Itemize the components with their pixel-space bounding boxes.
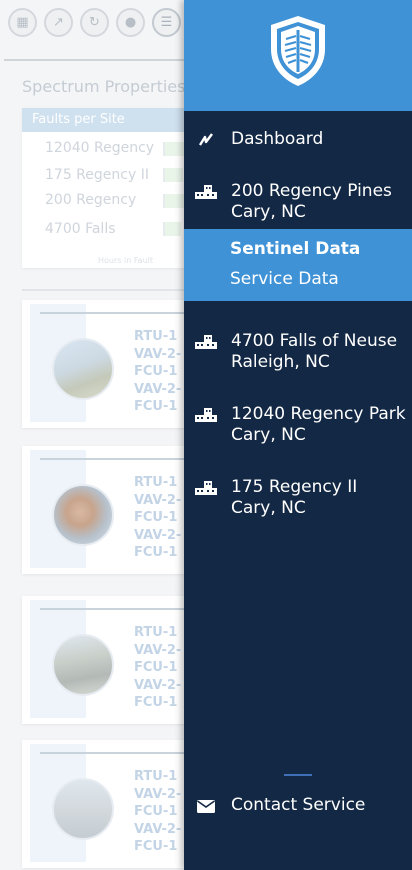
building-icon — [195, 407, 217, 423]
unit-label: RTU-1 — [134, 329, 178, 344]
shield-logo-icon — [267, 13, 329, 89]
unit-label: RTU-1 — [134, 769, 178, 784]
unit-list: RTU-1 VAV-2- FCU-1 VAV-2- FCU-1 — [134, 624, 181, 712]
grid-icon: ▦ — [16, 15, 29, 30]
unit-label: VAV-2- — [134, 346, 182, 362]
nav-item-label: 12040 Regency Park — [231, 404, 406, 424]
site-card[interactable]: RTU-1 VAV-2- FCU-1 VAV-2- FCU-1 — [22, 446, 190, 574]
top-divider — [4, 59, 188, 61]
drawer-header — [184, 0, 412, 111]
unit-label: FCU-1 — [134, 364, 178, 379]
building-icon — [195, 184, 217, 200]
trend-icon: ↗ — [53, 15, 64, 30]
unit-label: VAV-2- — [134, 786, 182, 802]
nav-item-label: 175 Regency II — [231, 477, 358, 497]
grid-button[interactable]: ▦ — [8, 8, 37, 37]
user-icon: ● — [124, 15, 137, 30]
unit-label: RTU-1 — [134, 475, 178, 490]
unit-list: RTU-1 VAV-2- FCU-1 VAV-2- FCU-1 — [134, 474, 181, 562]
unit-label: FCU-1 — [134, 399, 178, 414]
unit-label: RTU-1 — [134, 625, 178, 640]
nav-item-label: 4700 Falls of Neuse — [231, 331, 398, 351]
side-drawer: Dashboard 200 Regency Pines Cary, NC Sen… — [184, 0, 412, 870]
site-photo — [52, 484, 114, 546]
unit-list: RTU-1 VAV-2- FCU-1 VAV-2- FCU-1 — [134, 328, 181, 416]
unit-label: FCU-1 — [134, 510, 178, 525]
nav-item-sublabel: Cary, NC — [231, 202, 306, 222]
nav-active-title[interactable]: Sentinel Data — [230, 239, 360, 259]
nav-item-sublabel: Cary, NC — [231, 498, 306, 518]
nav-item-sublabel: Cary, NC — [231, 425, 306, 445]
unit-label: VAV-2- — [134, 677, 182, 693]
nav-item-sublabel: Raleigh, NC — [231, 352, 330, 372]
nav-item-4700-falls-of-neuse[interactable]: 4700 Falls of Neuse Raleigh, NC — [184, 331, 412, 373]
nav-item-200-regency-pines[interactable]: 200 Regency Pines Cary, NC — [184, 181, 412, 223]
nav-item-label: Dashboard — [231, 129, 324, 149]
unit-label: VAV-2- — [134, 381, 182, 397]
unit-label: FCU-1 — [134, 545, 178, 560]
unit-label: VAV-2- — [134, 527, 182, 543]
fault-bar — [163, 222, 181, 236]
unit-list: RTU-1 VAV-2- FCU-1 VAV-2- FCU-1 — [134, 768, 181, 856]
building-icon — [195, 334, 217, 350]
envelope-icon — [195, 798, 217, 814]
site-photo — [52, 338, 114, 400]
refresh-button[interactable]: ↻ — [80, 8, 109, 37]
site-photo — [52, 634, 114, 696]
unit-label: FCU-1 — [134, 804, 178, 819]
site-photo — [52, 778, 114, 840]
contact-service-label: Contact Service — [231, 795, 366, 815]
fault-site-label: 175 Regency II — [45, 167, 149, 183]
unit-label: VAV-2- — [134, 492, 182, 508]
hamburger-icon: ☰ — [160, 15, 173, 30]
unit-label: FCU-1 — [134, 660, 178, 675]
drawer-divider — [284, 774, 312, 776]
building-icon — [195, 480, 217, 496]
fault-site-label: 4700 Falls — [45, 221, 116, 237]
section-divider — [22, 289, 188, 291]
unit-label: FCU-1 — [134, 839, 178, 854]
nav-item-175-regency-ii[interactable]: 175 Regency II Cary, NC — [184, 477, 412, 519]
page-title: Spectrum Properties — [22, 77, 186, 96]
site-card[interactable]: RTU-1 VAV-2- FCU-1 VAV-2- FCU-1 — [22, 596, 190, 724]
faults-axis-label: Hours in Fault — [98, 256, 154, 265]
unit-label: VAV-2- — [134, 642, 182, 658]
nav-active-subtitle[interactable]: Service Data — [230, 269, 339, 289]
fault-site-label: 12040 Regency — [45, 140, 155, 156]
refresh-icon: ↻ — [89, 15, 100, 30]
site-card[interactable]: RTU-1 VAV-2- FCU-1 VAV-2- FCU-1 — [22, 300, 190, 428]
nav-item-label: 200 Regency Pines — [231, 181, 392, 201]
fault-site-label: 200 Regency — [45, 192, 137, 208]
fault-bar — [163, 168, 183, 182]
pulse-icon — [195, 132, 217, 148]
faults-per-site-card: Faults per Site 12040 Regency 175 Regenc… — [22, 108, 192, 268]
unit-label: VAV-2- — [134, 821, 182, 837]
fault-bar — [163, 194, 185, 208]
menu-button[interactable]: ☰ — [152, 8, 181, 37]
fault-bar — [163, 142, 185, 156]
nav-item-dashboard[interactable]: Dashboard — [184, 129, 412, 150]
faults-card-title: Faults per Site — [22, 108, 192, 132]
site-card[interactable]: RTU-1 VAV-2- FCU-1 VAV-2- FCU-1 — [22, 740, 190, 868]
nav-item-12040-regency-park[interactable]: 12040 Regency Park Cary, NC — [184, 404, 412, 446]
user-button[interactable]: ● — [116, 8, 145, 37]
contact-service-link[interactable]: Contact Service — [184, 795, 412, 816]
unit-label: FCU-1 — [134, 695, 178, 710]
toolbar-icon-row: ▦ ↗ ↻ ● ☰ — [8, 8, 181, 37]
trend-button[interactable]: ↗ — [44, 8, 73, 37]
